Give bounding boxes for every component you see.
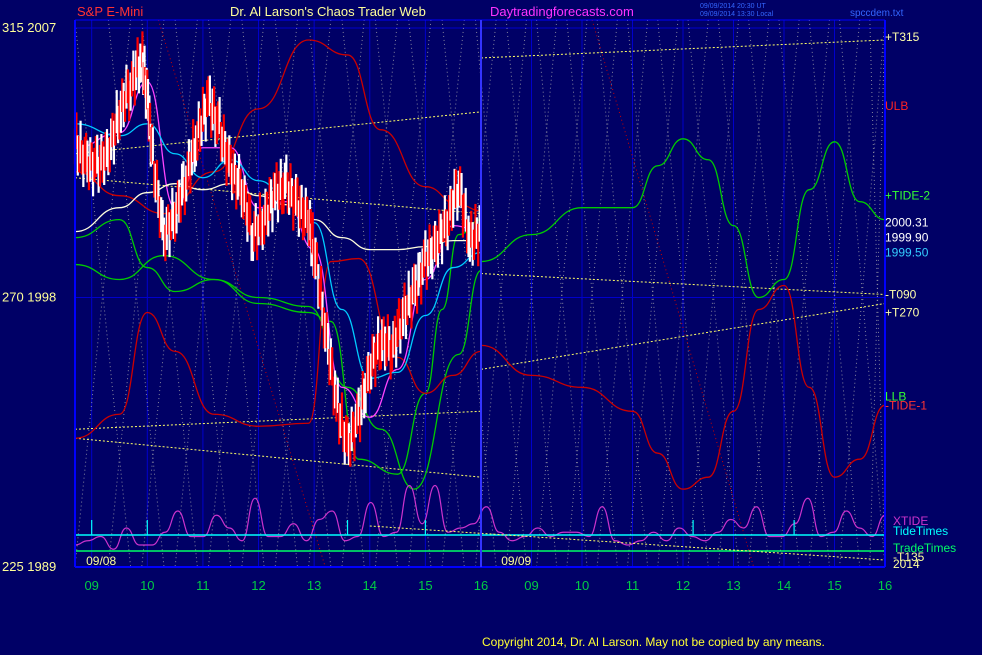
site-title: Dr. Al Larson's Chaos Trader Web <box>230 4 426 19</box>
cycle-diagonal <box>596 19 649 568</box>
cycle-diagonal <box>474 19 527 568</box>
level-line <box>369 525 886 561</box>
cycle-diagonal <box>626 19 679 568</box>
x-tick-label: 15 <box>827 578 841 593</box>
date-label: 09/08 <box>86 554 116 568</box>
cycle-diagonal <box>717 19 770 568</box>
cycle-diagonal <box>308 19 365 568</box>
data-file-label: spccdem.txt <box>850 8 904 19</box>
x-tick-label: 12 <box>251 578 265 593</box>
cycle-diagonal <box>687 19 740 568</box>
right-label: +T270 <box>885 305 920 319</box>
lower-label: TideTimes <box>893 524 948 538</box>
red-diagonal <box>157 19 326 568</box>
cycle-diagonal <box>308 19 365 568</box>
x-tick-label: 14 <box>777 578 791 593</box>
cycle-diagonal <box>566 19 618 568</box>
cycle-diagonal <box>241 19 298 568</box>
x-tick-label: 13 <box>726 578 740 593</box>
y-tick-label: 225 1989 <box>2 559 56 574</box>
copyright: Copyright 2014, Dr. Al Larson. May not b… <box>482 635 825 649</box>
x-tick-label: 15 <box>418 578 432 593</box>
timestamp-utc: 09/09/2014 20:30 UT <box>700 3 766 10</box>
site-url[interactable]: Daytradingforecasts.com <box>490 4 634 19</box>
cycle-diagonal <box>441 19 497 568</box>
cycle-diagonal <box>717 19 770 568</box>
axes <box>74 19 886 568</box>
red-diagonal <box>591 19 755 568</box>
right-label: 2000.31 <box>885 216 929 230</box>
right-label: -TIDE-1 <box>885 398 927 412</box>
y-tick-label: 270 1998 <box>2 290 56 305</box>
chart-canvas: 09 10 11 12 13 14 15 16 09 10 11 12 13 14 15 16 315 2007… <box>2 3 956 649</box>
cycle-diagonal <box>869 19 886 568</box>
level-line <box>74 111 482 155</box>
cycle-diagonal <box>207 19 265 568</box>
x-tick-label: 10 <box>575 578 589 593</box>
right-label: ULB <box>885 99 908 113</box>
level-line <box>74 437 482 478</box>
cycle-diagonal <box>536 19 588 568</box>
x-tick-label: 13 <box>307 578 321 593</box>
lower-label: 2014 <box>893 557 920 571</box>
cycle-diagonal <box>778 19 830 568</box>
cycle-diagonal <box>626 19 679 568</box>
right-label: +TIDE-2 <box>885 189 930 203</box>
cycle-diagonal <box>869 19 886 568</box>
x-tick-label: 14 <box>363 578 377 593</box>
cycle-diagonal <box>374 19 432 568</box>
cycle-diagonal <box>441 19 497 568</box>
cycle-diagonal <box>778 19 830 568</box>
cycle-diagonal <box>566 19 618 568</box>
right-label: 1999.50 <box>885 246 929 260</box>
x-tick-label: 16 <box>474 578 488 593</box>
chart-title: S&P E-Mini <box>77 4 143 19</box>
right-label: +T315 <box>885 30 920 44</box>
date-label: 09/09 <box>501 554 531 568</box>
right-label: -T090 <box>885 288 917 302</box>
cycle-diagonal <box>687 19 740 568</box>
x-tick-label: 11 <box>626 578 640 593</box>
x-tick-label: 12 <box>676 578 690 593</box>
right-label: 1999.90 <box>885 231 929 245</box>
cycle-diagonal <box>374 19 432 568</box>
level-line <box>74 410 482 430</box>
cycle-diagonal <box>596 19 649 568</box>
cycle-diagonal <box>241 19 298 568</box>
x-tick-label: 09 <box>84 578 98 593</box>
x-tick-label: 10 <box>140 578 154 593</box>
cycle-diagonal <box>536 19 588 568</box>
x-tick-label: 16 <box>878 578 892 593</box>
cycle-diagonal <box>474 19 527 568</box>
x-tick-label: 11 <box>196 578 210 593</box>
chart-window: 09 10 11 12 13 14 15 16 09 10 11 12 13 14 15 16 315 2007… <box>0 0 982 650</box>
cycle-diagonal <box>207 19 265 568</box>
y-tick-label: 315 2007 <box>2 20 56 35</box>
x-tick-label: 09 <box>524 578 538 593</box>
timestamp-local: 09/09/2014 13:30 Local <box>700 11 774 18</box>
